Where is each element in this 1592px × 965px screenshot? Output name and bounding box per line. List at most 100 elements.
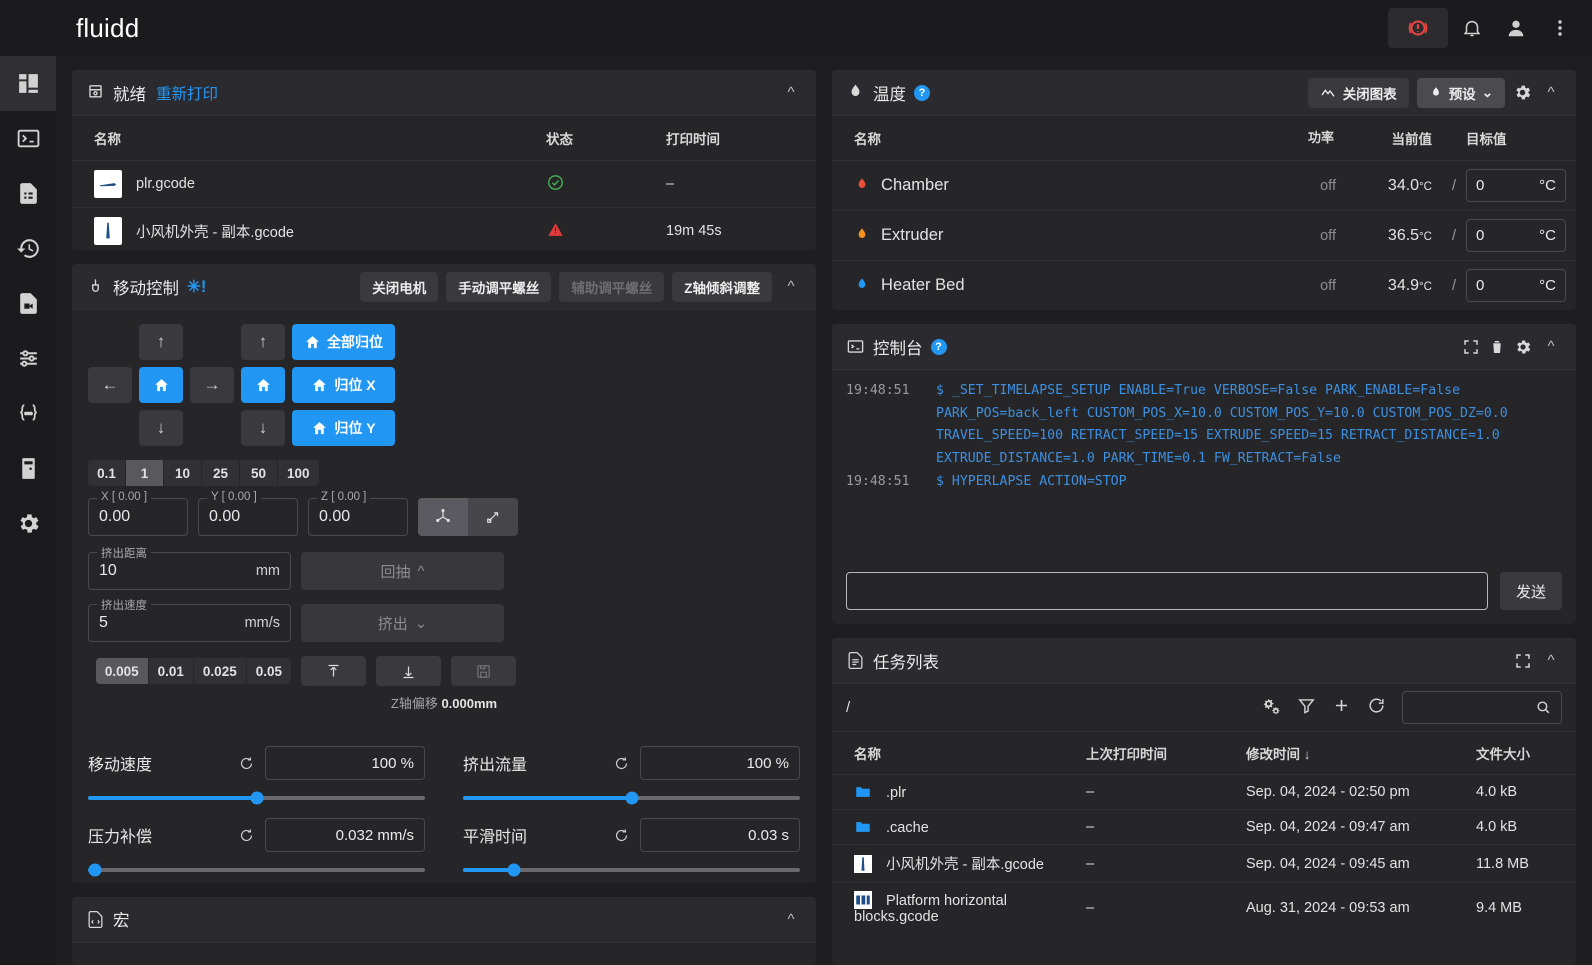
home-x-button[interactable]: 归位 X (292, 367, 395, 403)
account-button[interactable] (1496, 8, 1536, 48)
zstep-0.025[interactable]: 0.025 (194, 658, 247, 684)
zoffset-step-selector[interactable]: 0.005 0.01 0.025 0.05 (96, 658, 291, 684)
heater-target-input[interactable]: 0 °C (1466, 269, 1566, 302)
reset-icon[interactable] (238, 827, 255, 844)
notifications-button[interactable] (1452, 8, 1492, 48)
presets-button[interactable]: 预设 ⌄ (1417, 78, 1505, 108)
table-row[interactable]: 小风机外壳 - 副本.gcode 19m 45s (72, 208, 816, 251)
home-z-button[interactable] (241, 367, 285, 403)
reset-icon[interactable] (613, 755, 630, 772)
step-100[interactable]: 100 (278, 460, 319, 486)
sidebar-item-gcode-files[interactable] (0, 166, 56, 221)
speed-factor-value[interactable]: 100 % (265, 746, 425, 780)
table-row[interactable]: Extruder off 36.5°C / 0 °C (832, 211, 1576, 261)
jog-x-minus-button[interactable]: ← (88, 367, 132, 403)
clear-console-button[interactable] (1488, 338, 1506, 356)
heater-target-input[interactable]: 0 °C (1466, 169, 1566, 202)
jog-y-minus-button[interactable]: ↓ (139, 410, 183, 446)
smooth-time-value[interactable]: 0.03 s (640, 818, 800, 852)
x-position-field[interactable]: X [ 0.00 ] 0.00 (88, 498, 188, 536)
table-row[interactable]: .cache – Sep. 04, 2024 - 09:47 am 4.0 kB (832, 810, 1576, 845)
collapse-chevron-icon[interactable]: ^ (780, 84, 802, 101)
pressure-advance-track[interactable] (88, 868, 425, 872)
manual-bed-screws-button[interactable]: 手动调平螺丝 (446, 272, 551, 302)
table-row[interactable]: plr.gcode – (72, 161, 816, 208)
step-0.1[interactable]: 0.1 (88, 460, 126, 486)
jog-z-plus-button[interactable]: ↑ (241, 324, 285, 360)
motors-off-button[interactable]: 关闭电机 (360, 272, 438, 302)
sidebar-item-hardware[interactable] (0, 441, 56, 496)
fullscreen-button[interactable] (1514, 652, 1532, 670)
fullscreen-button[interactable] (1462, 338, 1480, 356)
sidebar-item-console[interactable] (0, 111, 56, 166)
step-25[interactable]: 25 (202, 460, 240, 486)
files-col-last-printed[interactable]: 上次打印时间 (1076, 732, 1236, 775)
search-input[interactable] (1402, 691, 1562, 724)
table-row[interactable]: .plr – Sep. 04, 2024 - 02:50 pm 4.0 kB (832, 775, 1576, 810)
step-size-selector[interactable]: 0.1 1 10 25 50 100 (88, 460, 319, 486)
files-col-size[interactable]: 文件大小 (1466, 732, 1576, 775)
bulk-actions-button[interactable] (1262, 696, 1281, 720)
table-row[interactable]: Chamber off 34.0°C / 0 °C (832, 161, 1576, 211)
jog-x-plus-button[interactable]: → (190, 367, 234, 403)
zstep-0.01[interactable]: 0.01 (149, 658, 194, 684)
send-button[interactable]: 发送 (1500, 572, 1562, 610)
zoffset-up-button[interactable] (301, 656, 366, 686)
zstep-0.005[interactable]: 0.005 (96, 658, 149, 684)
emergency-stop-button[interactable] (1388, 8, 1448, 48)
overflow-menu-button[interactable] (1540, 8, 1580, 48)
heater-target-input[interactable]: 0 °C (1466, 219, 1566, 252)
home-y-button[interactable]: 归位 Y (292, 410, 395, 446)
collapse-chevron-icon[interactable]: ^ (1540, 84, 1562, 101)
extrude-speed-field[interactable]: 挤出速度 5 mm/s (88, 604, 291, 642)
extrude-factor-track[interactable] (463, 796, 800, 800)
collapse-chevron-icon[interactable]: ^ (1540, 338, 1562, 355)
collapse-chevron-icon[interactable]: ^ (1540, 652, 1562, 669)
sidebar-item-history[interactable] (0, 221, 56, 276)
collapse-chevron-icon[interactable]: ^ (780, 911, 802, 928)
toggle-chart-button[interactable]: 关闭图表 (1308, 78, 1409, 108)
files-col-modified[interactable]: 修改时间 ↓ (1236, 732, 1466, 775)
help-icon[interactable]: ? (914, 85, 930, 101)
help-icon[interactable]: ? (931, 339, 947, 355)
refresh-button[interactable] (1367, 696, 1386, 720)
sidebar-item-settings[interactable] (0, 496, 56, 551)
sidebar-item-dashboard[interactable] (0, 56, 56, 111)
breadcrumb[interactable]: / (846, 699, 850, 716)
extrude-factor-value[interactable]: 100 % (640, 746, 800, 780)
z-position-field[interactable]: Z [ 0.00 ] 0.00 (308, 498, 408, 536)
smooth-time-track[interactable] (463, 868, 800, 872)
sidebar-item-tune[interactable] (0, 331, 56, 386)
home-xy-button[interactable] (139, 367, 183, 403)
reset-icon[interactable] (238, 755, 255, 772)
jog-y-plus-button[interactable]: ↑ (139, 324, 183, 360)
console-settings-button[interactable] (1514, 338, 1532, 356)
pressure-advance-value[interactable]: 0.032 mm/s (265, 818, 425, 852)
home-all-button[interactable]: 全部归位 (292, 324, 395, 360)
table-row[interactable]: 小风机外壳 - 副本.gcode – Sep. 04, 2024 - 09:45… (832, 845, 1576, 883)
step-10[interactable]: 10 (164, 460, 202, 486)
y-position-field[interactable]: Y [ 0.00 ] 0.00 (198, 498, 298, 536)
console-command-input[interactable] (846, 572, 1488, 610)
table-row[interactable]: Platform horizontal blocks.gcode – Aug. … (832, 883, 1576, 934)
add-button[interactable] (1332, 696, 1351, 720)
mode-distance-button[interactable] (468, 498, 518, 536)
speed-factor-track[interactable] (88, 796, 425, 800)
jog-z-minus-button[interactable]: ↓ (241, 410, 285, 446)
table-row[interactable]: Heater Bed off 34.9°C / 0 °C (832, 261, 1576, 311)
reset-icon[interactable] (613, 827, 630, 844)
step-50[interactable]: 50 (240, 460, 278, 486)
sidebar-item-configuration[interactable] (0, 386, 56, 441)
step-1[interactable]: 1 (126, 460, 164, 486)
collapse-chevron-icon[interactable]: ^ (780, 278, 802, 295)
z-tilt-adjust-button[interactable]: Z轴倾斜调整 (672, 272, 772, 302)
zoffset-down-button[interactable] (376, 656, 441, 686)
sidebar-item-timelapse[interactable] (0, 276, 56, 331)
zstep-0.05[interactable]: 0.05 (247, 658, 291, 684)
temperature-settings-button[interactable] (1513, 83, 1532, 102)
extrude-distance-field[interactable]: 挤出距离 10 mm (88, 552, 291, 590)
motion-mode-toggle[interactable] (418, 498, 518, 536)
reprint-link[interactable]: 重新打印 (156, 82, 218, 104)
files-col-name[interactable]: 名称 (832, 732, 1076, 775)
filter-button[interactable] (1297, 696, 1316, 720)
